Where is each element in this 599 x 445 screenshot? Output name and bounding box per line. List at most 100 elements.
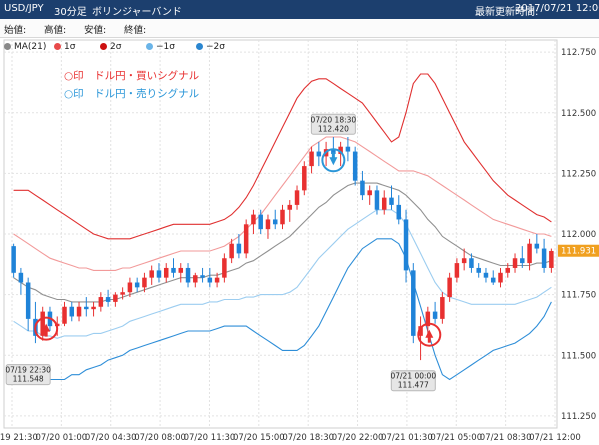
candle-body[interactable] [251,214,256,225]
x-tick-label: 07/20 22:00 [332,433,384,443]
candle-body[interactable] [469,258,474,268]
candle-body[interactable] [91,306,96,310]
x-tick-label: 07/20 01:00 [36,433,88,443]
candle-body[interactable] [534,243,540,249]
candle-body[interactable] [214,277,220,283]
candle-body[interactable] [520,258,525,264]
candle-body[interactable] [258,214,263,230]
candle-body[interactable] [69,306,75,317]
x-tick-label: 07/21 05:00 [430,433,482,443]
low-label: 安値: [84,25,107,36]
candle-body[interactable] [512,258,518,268]
candle-body[interactable] [156,270,162,278]
candle-body[interactable] [243,224,249,254]
legend-label-minus2: −2σ [206,42,225,52]
candle-body[interactable] [432,311,438,319]
candle-body[interactable] [178,267,184,273]
candle-body[interactable] [265,219,271,230]
legend-swatch-minus1 [146,43,153,50]
candle-body[interactable] [222,258,227,278]
current-price-label: 111.931 [561,247,596,257]
x-tick-label: 07/21 12:00 [529,433,581,443]
y-tick-label: 111.250 [561,412,596,422]
x-tick-label: 07/20 11:30 [184,433,236,443]
candle-body[interactable] [25,282,31,319]
candle-body[interactable] [411,270,416,336]
candle-body[interactable] [352,151,358,181]
candle-body[interactable] [105,297,111,302]
annotation-value: 111.477 [398,381,429,390]
candle-body[interactable] [498,272,503,283]
legend-swatch-ma [4,43,11,50]
candle-body[interactable] [236,243,242,254]
candle-body[interactable] [193,275,198,283]
x-tick-label: 07/21 08:30 [480,433,532,443]
annotation-value: 111.548 [13,375,44,384]
candle-body[interactable] [84,306,89,310]
legend-label-plus1: 1σ [64,42,76,52]
arrow-shaft [44,330,48,337]
candle-body[interactable] [549,250,554,268]
candle-body[interactable] [302,166,307,191]
candle-body[interactable] [367,190,372,196]
candle-body[interactable] [76,306,82,317]
candle-body[interactable] [381,197,387,210]
candle-body[interactable] [98,297,104,307]
legend: MA(21) 1σ 2σ −1σ −2σ [0,39,560,55]
y-tick-label: 112.250 [561,169,596,179]
legend-item-minus2[interactable]: −2σ [196,42,225,52]
candle-body[interactable] [120,292,125,295]
candle-body[interactable] [11,246,16,273]
candle-body[interactable] [200,275,205,278]
candle-body[interactable] [505,267,511,273]
candle-body[interactable] [127,282,133,293]
x-tick-label: 07/20 04:30 [85,433,137,443]
price-chart[interactable]: 112.750 112.500 112.250 112.000 111.750 111.5… [0,0,599,445]
candle-body[interactable] [309,151,314,167]
candle-body[interactable] [40,311,45,336]
legend-label-ma: MA(21) [14,42,47,52]
candle-body[interactable] [447,277,452,298]
candle-body[interactable] [134,282,140,288]
candle-body[interactable] [541,248,547,268]
y-tick-label: 112.750 [561,48,596,58]
candle-body[interactable] [345,146,351,152]
candle-body[interactable] [374,190,380,210]
candle-body[interactable] [280,209,285,225]
symbol-label: USD/JPY [4,3,44,14]
candle-body[interactable] [389,197,394,205]
candle-body[interactable] [403,219,409,271]
candle-body[interactable] [476,267,481,273]
candle-body[interactable] [483,272,489,278]
candle-body[interactable] [18,272,24,283]
candle-body[interactable] [461,258,467,264]
candle-body[interactable] [294,190,300,205]
candle-body[interactable] [440,297,445,319]
high-label: 高値: [44,25,67,36]
candle-body[interactable] [454,263,460,278]
candle-body[interactable] [62,306,67,324]
ohlc-bar: 始値: 高値: 安値: 終値: [0,19,599,38]
legend-item-plus1[interactable]: 1σ [54,42,75,52]
candle-body[interactable] [272,219,278,225]
candle-body[interactable] [229,243,234,259]
legend-item-ma[interactable]: MA(21) [4,42,46,52]
x-tick-label: 07/20 15:00 [233,433,285,443]
candle-body[interactable] [527,243,532,264]
candle-body[interactable] [207,277,213,283]
candle-body[interactable] [113,294,118,302]
annotation-value: 112.420 [318,124,349,133]
candle-body[interactable] [287,204,293,210]
candle-body[interactable] [171,267,176,273]
title-bar: USD/JPY 30分足 ボリンジャーバンド 最新更新時間: 2017/07/2… [0,0,599,19]
candle-body[interactable] [185,267,191,283]
legend-item-plus2[interactable]: 2σ [100,42,121,52]
candle-body[interactable] [149,270,154,278]
candle-body[interactable] [490,277,496,283]
candle-body[interactable] [360,180,365,196]
candle-body[interactable] [163,267,169,278]
legend-item-minus1[interactable]: −1σ [146,42,175,52]
candle-body[interactable] [142,277,147,288]
candle-body[interactable] [396,204,402,220]
candle-body[interactable] [316,151,322,157]
